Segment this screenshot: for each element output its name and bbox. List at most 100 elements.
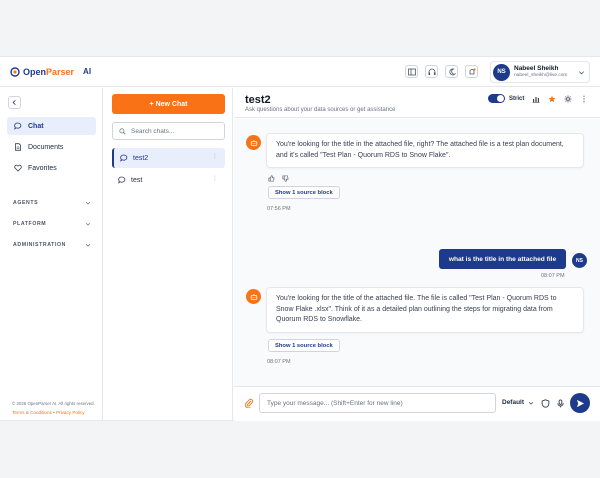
chat-icon — [14, 122, 22, 130]
chat-list-item-test[interactable]: test ⋮ — [112, 170, 225, 190]
privacy-link[interactable]: Privacy Policy — [56, 410, 85, 415]
message-feedback — [268, 175, 289, 182]
chat-list-panel: + New Chat test2 ⋮ test ⋮ — [104, 88, 233, 421]
bot-icon — [250, 293, 257, 300]
thumbs-up-icon[interactable] — [268, 175, 275, 182]
chevron-down-icon — [85, 243, 91, 247]
user-email: nabeel_sheikh@live.com — [514, 73, 568, 78]
brand-name-part1: Open — [23, 66, 47, 77]
assistant-avatar — [246, 135, 261, 150]
user-avatar: NS — [493, 63, 510, 81]
chat-icon — [120, 154, 128, 162]
nav-item-favorites[interactable]: Favorites — [7, 159, 96, 177]
message-timestamp: 08:07 PM — [267, 359, 291, 365]
document-icon — [15, 143, 21, 151]
star-icon — [548, 95, 556, 102]
assistant-message: You're looking for the title in the atta… — [266, 133, 584, 168]
message-input[interactable] — [259, 393, 496, 413]
message-composer: Default — [234, 386, 600, 421]
thumbs-down-icon[interactable] — [282, 175, 289, 182]
chevron-down-icon — [85, 222, 91, 226]
brand-name-part2: Parser — [46, 66, 75, 77]
theme-toggle-button[interactable] — [445, 65, 458, 78]
chat-options-button[interactable]: ⋮ — [212, 153, 218, 160]
more-options-button[interactable] — [579, 94, 588, 103]
headphones-icon — [428, 68, 435, 75]
send-button[interactable] — [570, 393, 590, 413]
support-button[interactable] — [425, 65, 438, 78]
nav-section-administration[interactable]: ADMINISTRATION — [13, 242, 91, 248]
chat-icon — [118, 176, 126, 184]
chat-title: test2 — [245, 94, 271, 106]
gear-icon — [564, 95, 572, 102]
settings-button[interactable] — [563, 94, 572, 103]
nav-item-label: Chat — [28, 122, 44, 130]
top-bar: Open Parser AI NS Nabeel Sheikh nabeel_sh… — [0, 57, 600, 87]
nav-section-label: ADMINISTRATION — [13, 242, 66, 248]
footer-separator: • — [53, 410, 55, 415]
new-chat-button[interactable]: + New Chat — [112, 94, 225, 114]
chevron-down-icon — [528, 401, 534, 405]
header-controls: Strict — [488, 94, 588, 103]
chat-list-item-test2[interactable]: test2 ⋮ — [112, 148, 225, 168]
footer-links: Terms & Conditions • Privacy Policy — [12, 409, 102, 416]
model-selector[interactable]: Default — [502, 399, 534, 406]
strict-toggle[interactable] — [488, 94, 505, 103]
brand-logo[interactable]: Open Parser AI — [10, 67, 103, 77]
copyright-text: © 2025 OpenParser AI. All rights reserve… — [12, 401, 95, 406]
user-message: what is the title in the attached file — [439, 249, 566, 269]
user-menu[interactable]: NS Nabeel Sheikh nabeel_sheikh@live.com — [490, 61, 590, 83]
favorite-button[interactable] — [547, 94, 556, 103]
notifications-button[interactable] — [465, 65, 478, 78]
panel-icon — [407, 68, 416, 75]
chat-name: test2 — [133, 154, 149, 162]
user-info: Nabeel Sheikh nabeel_sheikh@live.com — [514, 65, 567, 79]
chat-name: test — [131, 176, 143, 184]
nav-item-documents[interactable]: Documents — [7, 138, 96, 156]
nav-section-agents[interactable]: AGENTS — [13, 200, 91, 206]
toggle-knob — [497, 95, 504, 102]
assistant-message: You're looking for the title of the atta… — [266, 287, 584, 333]
show-source-block-button[interactable]: Show 1 source block — [268, 339, 340, 352]
nav-section-label: PLATFORM — [13, 221, 47, 227]
search-icon — [119, 127, 126, 135]
openparser-logo-icon — [10, 66, 20, 77]
chat-subtitle: Ask questions about your data sources or… — [245, 107, 396, 113]
chat-header: test2 Ask questions about your data sour… — [234, 88, 600, 118]
user-message-avatar: NS — [572, 253, 587, 268]
send-icon — [576, 399, 584, 407]
moon-icon — [448, 68, 456, 75]
paperclip-icon[interactable] — [244, 398, 254, 408]
user-name: Nabeel Sheikh — [514, 65, 559, 72]
shield-icon[interactable] — [541, 399, 550, 408]
nav-section-platform[interactable]: PLATFORM — [13, 221, 91, 227]
layout-toggle-button[interactable] — [405, 65, 418, 78]
chat-main: test2 Ask questions about your data sour… — [234, 88, 600, 421]
nav-section-label: AGENTS — [13, 200, 39, 206]
more-vertical-icon — [583, 95, 585, 102]
message-timestamp: 07:56 PM — [267, 206, 291, 212]
terms-link[interactable]: Terms & Conditions — [12, 410, 52, 415]
nav-item-label: Documents — [28, 143, 64, 151]
chevron-left-icon — [12, 100, 16, 105]
analytics-button[interactable] — [531, 94, 540, 103]
app-window: Open Parser AI NS Nabeel Sheikh nabeel_sh… — [0, 56, 600, 421]
bot-icon — [250, 139, 257, 146]
assistant-avatar — [246, 289, 261, 304]
nav-item-label: Favorites — [28, 164, 57, 172]
collapse-sidebar-button[interactable] — [8, 96, 21, 109]
message-list: You're looking for the title in the atta… — [234, 119, 600, 386]
chat-options-button[interactable]: ⋮ — [212, 175, 218, 182]
bell-icon — [469, 67, 476, 74]
message-timestamp: 08:07 PM — [541, 273, 565, 279]
search-chats-input[interactable] — [131, 127, 221, 135]
microphone-icon[interactable] — [556, 399, 565, 408]
sidebar-footer: © 2025 OpenParser AI. All rights reserve… — [12, 401, 102, 416]
model-selector-value: Default — [502, 399, 525, 406]
heart-icon — [14, 164, 22, 172]
chevron-down-icon — [579, 71, 584, 75]
nav-item-chat[interactable]: Chat — [7, 117, 96, 135]
strict-label: Strict — [509, 95, 525, 102]
brand-suffix: AI — [83, 67, 92, 76]
show-source-block-button[interactable]: Show 1 source block — [268, 186, 340, 199]
